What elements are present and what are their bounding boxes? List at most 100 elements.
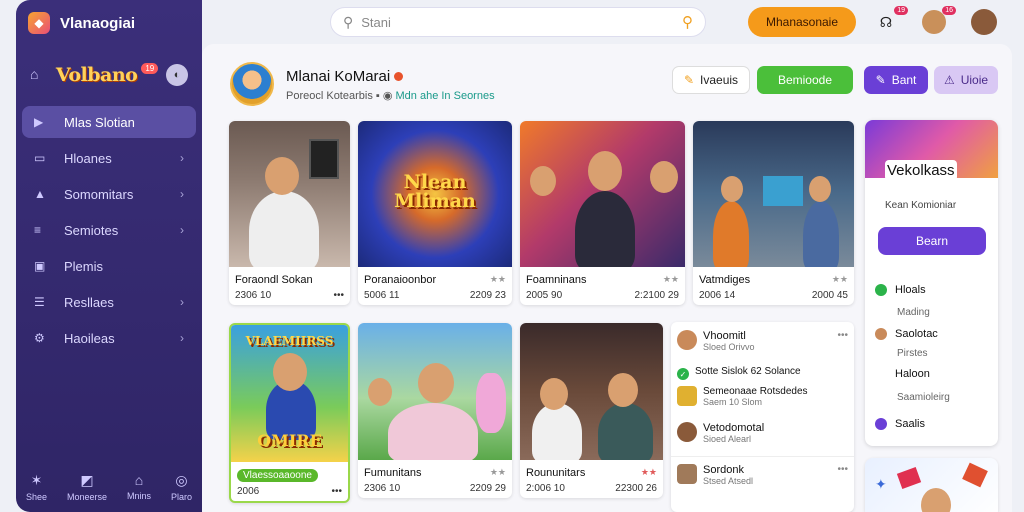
- video-card[interactable]: Roununitars ★★ 2:006 10 22300 26: [520, 323, 663, 498]
- card-title: Roununitars: [526, 467, 586, 479]
- promo-panel: Vekolkass Kean Komioniar Bearn Hloals Ma…: [865, 120, 998, 446]
- video-card[interactable]: VLAEMIIRSS OMIRE Vlaessoaaoone 2006 •••: [229, 323, 350, 503]
- thumbnail-subtitle: OMIRE: [257, 431, 322, 450]
- sidebar-item-6[interactable]: ⚙ Haoileas ›: [22, 322, 196, 354]
- thumbnail-title: VLAEMIIRSS: [245, 334, 334, 348]
- list-item[interactable]: Semeonaae Rotsdedes Saem 10 Slom: [677, 386, 848, 407]
- check-icon: ✓: [677, 368, 689, 380]
- list-item-name: Vhoomitl: [703, 330, 746, 342]
- search-input[interactable]: Stani: [361, 15, 391, 30]
- check-icon: [875, 284, 887, 296]
- thumbnail-subtitle: Mliman: [394, 190, 476, 212]
- profile-name: Mlanai KoMarai: [286, 68, 404, 85]
- report-button[interactable]: ⚠ Uioie: [934, 66, 998, 94]
- sidebar-item-home[interactable]: ▶ Mlas Slotian: [22, 106, 196, 138]
- bottom-nav-label: Mnins: [126, 491, 151, 501]
- notifications-icon[interactable]: ☊ 19: [874, 6, 908, 34]
- video-card[interactable]: Foamninans ★★ 2005 90 2:2100 29: [520, 121, 685, 305]
- more-icon[interactable]: •••: [331, 486, 342, 497]
- list-item-name: Sordonk: [703, 464, 744, 476]
- more-icon[interactable]: •••: [333, 290, 344, 301]
- video-thumbnail[interactable]: [358, 323, 512, 460]
- thumbnail-icon: [677, 464, 697, 484]
- collapse-icon[interactable]: ◐: [166, 64, 188, 86]
- avatar[interactable]: 16: [922, 6, 956, 34]
- more-icon[interactable]: •••: [837, 464, 848, 475]
- sidebar-item-label: Resllaes: [64, 294, 114, 310]
- video-thumbnail[interactable]: VLAEMIIRSS OMIRE: [231, 325, 348, 462]
- video-thumbnail[interactable]: [520, 323, 663, 460]
- bottom-nav-label: Moneerse: [66, 492, 108, 502]
- promo-row[interactable]: Haloon: [875, 368, 930, 380]
- sidebar-item-4[interactable]: ▣ Plemis: [22, 250, 196, 282]
- video-thumbnail[interactable]: [229, 121, 350, 267]
- chevron-right-icon: ›: [180, 223, 184, 237]
- app-header: ◆ Vlanaogiai: [16, 0, 202, 46]
- chevron-right-icon: ›: [180, 151, 184, 165]
- promo-row-label: Saalis: [895, 418, 925, 430]
- divider: [671, 456, 854, 457]
- promo-button[interactable]: Bearn: [878, 227, 986, 255]
- sidebar-item-1[interactable]: ▭ Hloanes ›: [22, 142, 196, 174]
- list-icon: ☰: [34, 295, 45, 309]
- video-card[interactable]: Nlean Mliman Poranaioonbor ★★ 5006 11 2209…: [358, 121, 512, 305]
- list-item[interactable]: Vhoomitl Sloed Orivvo •••: [677, 330, 848, 352]
- promo-row[interactable]: Saalis: [875, 418, 925, 430]
- brand-logo: Volbano: [55, 64, 138, 86]
- list-item[interactable]: ✓ Sotte Sislok 62 Solance: [677, 366, 848, 380]
- sidebar-item-2[interactable]: ▲ Somomitars ›: [22, 178, 196, 210]
- card-meta-right: 2209 23: [469, 290, 506, 301]
- video-thumbnail[interactable]: Nlean Mliman: [358, 121, 512, 267]
- promo-row[interactable]: Saolotac: [875, 328, 938, 340]
- promo-row-sub: Saamioleirg: [897, 392, 950, 403]
- edit-button[interactable]: ✎ Ivaeuis: [672, 66, 750, 94]
- bottom-nav-3[interactable]: ⌂ Mnins: [127, 472, 151, 502]
- list-item[interactable]: Vetodomotal Sioed Alearl: [677, 422, 848, 444]
- video-thumbnail[interactable]: [693, 121, 854, 267]
- sidebar-nav: ▶ Mlas Slotian ▭ Hloanes › ▲ Somomitars …: [16, 106, 202, 354]
- gamepad-icon: ▣: [34, 259, 46, 273]
- bottom-nav-1[interactable]: ✶ Shee: [26, 472, 47, 502]
- follow-button[interactable]: Bemioode: [757, 66, 853, 94]
- promo-title: Vekolkass: [885, 160, 957, 181]
- action-button-label: Bant: [891, 73, 917, 87]
- sidebar-item-3[interactable]: ≡ Semiotes ›: [22, 214, 196, 246]
- promo-row[interactable]: Hloals: [875, 284, 926, 296]
- bottom-nav-2[interactable]: ◩ Moneerse: [67, 472, 107, 502]
- pencil-icon: ✎: [683, 73, 695, 87]
- card-title: Fumunitans: [364, 467, 422, 479]
- more-icon[interactable]: •••: [837, 330, 848, 341]
- card-title: Foamninans: [526, 274, 587, 286]
- list-item[interactable]: Sordonk Stsed Atsedl •••: [677, 464, 848, 486]
- profile-name-text: Mlanai KoMarai: [286, 68, 391, 85]
- chevron-right-icon: ›: [180, 187, 184, 201]
- thumbnail-icon: [677, 386, 697, 406]
- live-indicator-icon: [394, 72, 404, 81]
- star-rating-icon: ★★: [831, 274, 848, 284]
- list-item-name: Sotte Sislok 62 Solance: [695, 366, 801, 377]
- star-rating-icon: ★★: [489, 274, 506, 284]
- search-bar[interactable]: ⚲ Stani ⚲: [330, 7, 706, 37]
- profile-sub-right: Mdn ahe In Seornes: [395, 90, 495, 102]
- sidebar-item-label: Hloanes: [64, 150, 112, 166]
- video-card[interactable]: Vatmdiges ★★ 2006 14 2000 45: [693, 121, 854, 305]
- sidebar-item-label: Semiotes: [64, 222, 119, 238]
- app-logo-icon: ◆: [28, 12, 50, 34]
- action-button[interactable]: ✎ Bant: [864, 66, 928, 94]
- sidebar-item-5[interactable]: ☰ Resllaes ›: [22, 286, 196, 318]
- user-avatar[interactable]: [971, 9, 997, 35]
- report-button-label: Uioie: [960, 73, 989, 87]
- profile-avatar[interactable]: [230, 62, 274, 106]
- promo-thumbnail[interactable]: ✦: [865, 458, 998, 512]
- video-thumbnail[interactable]: [520, 121, 685, 267]
- video-card[interactable]: Fumunitans ★★ 2306 10 2209 29: [358, 323, 512, 498]
- primary-cta-button[interactable]: Mhanasonaie: [748, 7, 856, 37]
- sidebar-item-label: Somomitars: [64, 186, 134, 202]
- list-item-name: Semeonaae Rotsdedes: [703, 386, 808, 397]
- card-meta: 2306 10: [364, 483, 401, 494]
- sidebar-item-label: Haoileas: [64, 330, 115, 346]
- bottom-nav-4[interactable]: ◎ Plaro: [171, 472, 192, 502]
- video-card[interactable]: Foraondl Sokan 2306 10 •••: [229, 121, 350, 305]
- search-submit-icon[interactable]: ⚲: [682, 13, 693, 31]
- dashboard-icon[interactable]: ⌂: [30, 66, 48, 84]
